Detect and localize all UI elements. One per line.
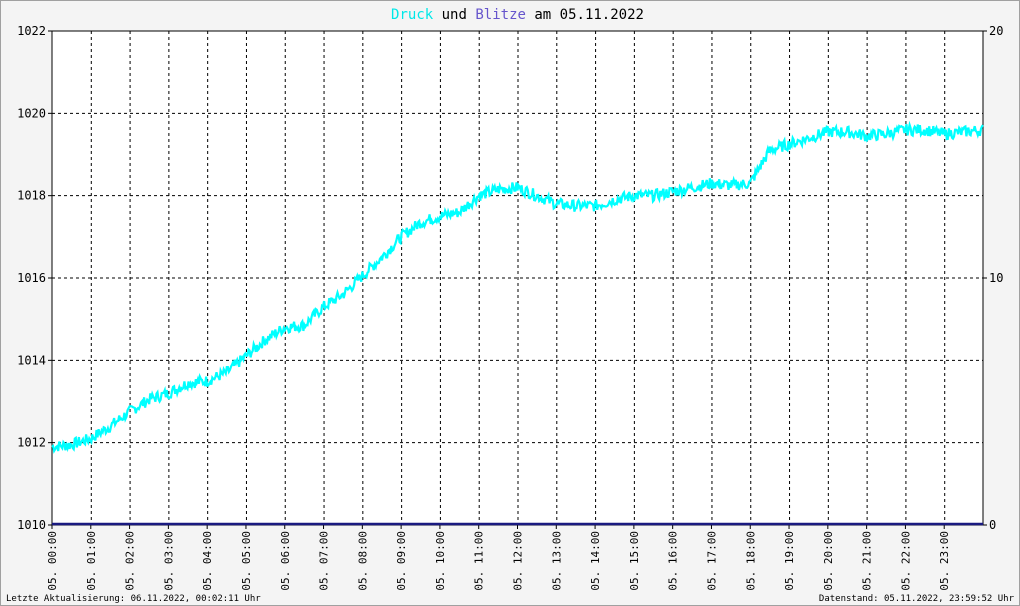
x-tick-label: 05. 17:00 [705,531,718,591]
x-tick-label: 05. 01:00 [85,531,98,591]
chart-title: Druck und Blitze am 05.11.2022 [391,7,644,23]
x-tick-label: 05. 22:00 [899,531,912,591]
title-date: am 05.11.2022 [526,7,644,23]
x-tick-label: 05. 15:00 [628,531,641,591]
pressure-lightning-chart: Druck und Blitze am 05.11.2022 1010 1012 1… [6,7,1015,604]
x-tick-label: 05. 09:00 [395,531,408,591]
y-left-tick-label: 1022 [17,24,46,38]
title-blitze: Blitze [475,7,526,23]
y-left-tick-label: 1014 [17,353,46,367]
y-left-tick-label: 1012 [17,436,46,450]
x-tick-label: 05. 18:00 [744,531,757,591]
title-und: und [433,7,475,23]
x-tick-label: 05. 20:00 [822,531,835,591]
x-tick-label: 05. 21:00 [861,531,874,591]
x-tick-label: 05. 08:00 [356,531,369,591]
footer-data-status: Datenstand: 05.11.2022, 23:59:52 Uhr [819,594,1015,604]
x-tick-label: 05. 19:00 [783,531,796,591]
x-tick-label: 05. 14:00 [589,531,602,591]
y-left-tick-label: 1018 [17,189,46,203]
x-tick-label: 05. 10:00 [434,531,447,591]
x-tick-label: 05. 12:00 [512,531,525,591]
y-left-tick-label: 1020 [17,106,46,120]
x-tick-label: 05. 06:00 [279,531,292,591]
x-tick-label: 05. 04:00 [201,531,214,591]
grid-lines [52,30,983,526]
x-tick-label: 05. 07:00 [318,531,331,591]
x-tick-label: 05. 00:00 [46,531,59,591]
y-right-tick-label: 0 [989,518,996,532]
y-left-tick-label: 1016 [17,271,46,285]
title-druck: Druck [391,7,434,23]
x-tick-label: 05. 16:00 [667,531,680,591]
x-tick-label: 05. 23:00 [938,531,951,591]
footer-last-update: Letzte Aktualisierung: 06.11.2022, 00:02… [6,594,261,604]
y-right-tick-label: 10 [989,271,1003,285]
x-tick-label: 05. 11:00 [473,531,486,591]
y-right-tick-label: 20 [989,24,1003,38]
x-tick-label: 05. 13:00 [550,531,563,591]
x-tick-label: 05. 05:00 [240,531,253,591]
x-tick-label: 05. 02:00 [124,531,137,591]
x-tick-label: 05. 03:00 [162,531,175,591]
y-left-tick-label: 1010 [17,518,46,532]
